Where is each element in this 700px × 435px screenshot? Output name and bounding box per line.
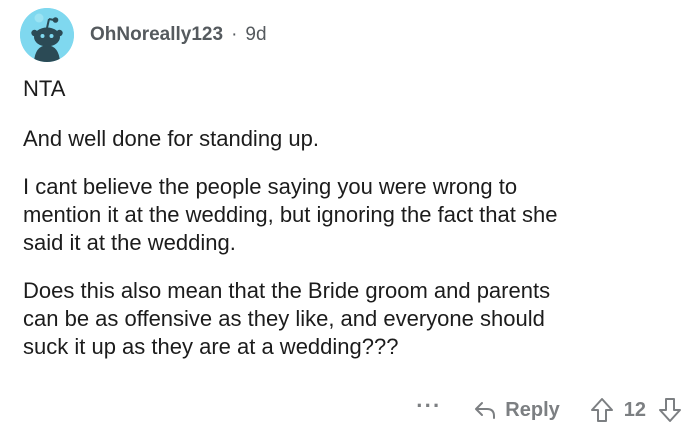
reply-label: Reply	[505, 398, 560, 421]
comment-age[interactable]: 9d	[245, 24, 266, 46]
comment-paragraph: I cant believe the people saying you wer…	[23, 174, 558, 255]
comment-header: OhNoreally123 · 9d	[20, 8, 267, 62]
downvote-arrow-icon[interactable]	[658, 397, 682, 423]
upvote-arrow-icon[interactable]	[590, 397, 614, 423]
more-options-icon[interactable]: ···	[416, 393, 441, 419]
vote-score: 12	[623, 398, 646, 421]
reddit-snoo-icon	[20, 8, 74, 62]
reply-button[interactable]: Reply	[473, 398, 560, 422]
comment-paragraph: And well done for standing up.	[23, 126, 319, 151]
meta-separator: ·	[231, 24, 238, 45]
reply-arrow-icon	[475, 402, 496, 419]
comment-body: NTA And well done for standing up. I can…	[23, 75, 683, 379]
comment-actions: ··· Reply 12	[416, 392, 682, 428]
user-avatar[interactable]	[20, 8, 74, 62]
comment-author[interactable]: OhNoreally123	[90, 24, 223, 46]
comment-paragraph: NTA	[23, 76, 66, 101]
comment-paragraph: Does this also mean that the Bride groom…	[23, 278, 551, 359]
vote-controls: 12	[590, 397, 682, 423]
